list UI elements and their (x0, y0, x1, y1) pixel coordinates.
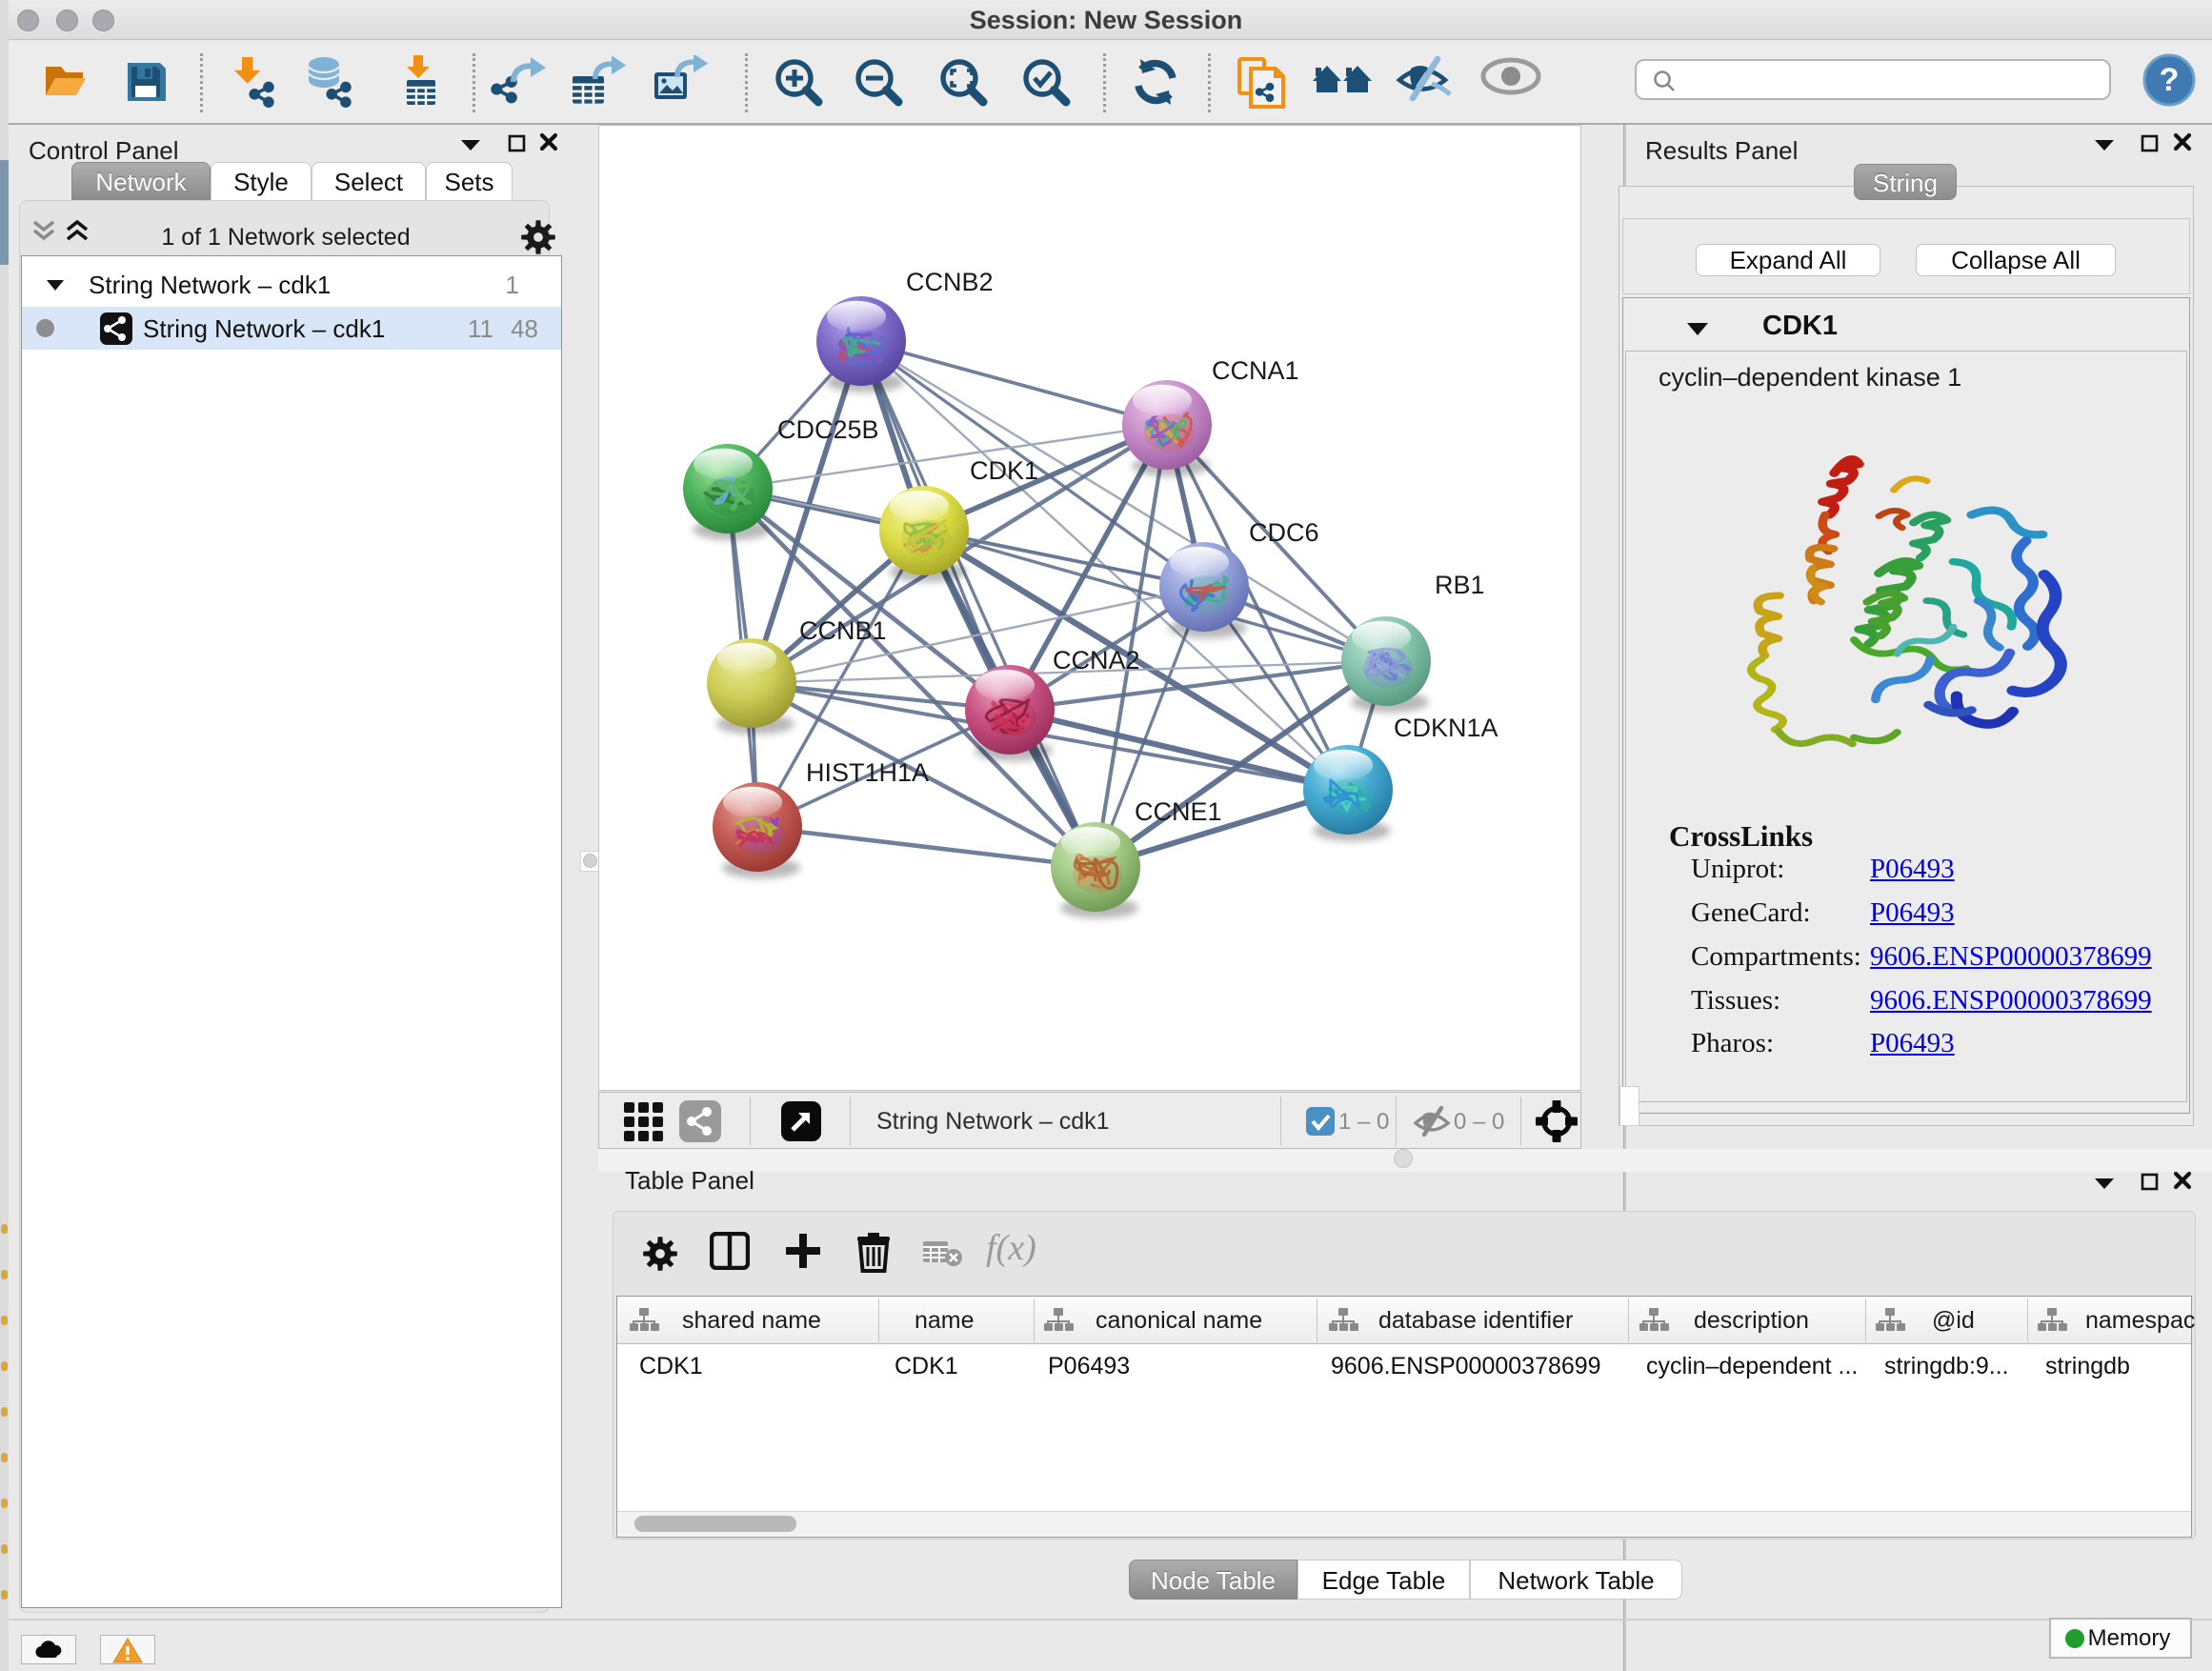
svg-text:CDC25B: CDC25B (777, 415, 879, 444)
svg-text:RB1: RB1 (1435, 571, 1485, 599)
svg-text:CCNB1: CCNB1 (799, 616, 887, 645)
svg-text:CDC6: CDC6 (1249, 518, 1319, 547)
svg-text:CCNA1: CCNA1 (1212, 356, 1299, 385)
svg-text:CCNE1: CCNE1 (1135, 797, 1222, 826)
svg-text:CDKN1A: CDKN1A (1394, 714, 1498, 742)
svg-text:CDK1: CDK1 (970, 456, 1038, 485)
svg-text:?: ? (2160, 62, 2180, 98)
svg-text:CCNB2: CCNB2 (906, 268, 994, 296)
svg-text:CCNA2: CCNA2 (1053, 646, 1140, 674)
svg-text:HIST1H1A: HIST1H1A (806, 758, 929, 787)
